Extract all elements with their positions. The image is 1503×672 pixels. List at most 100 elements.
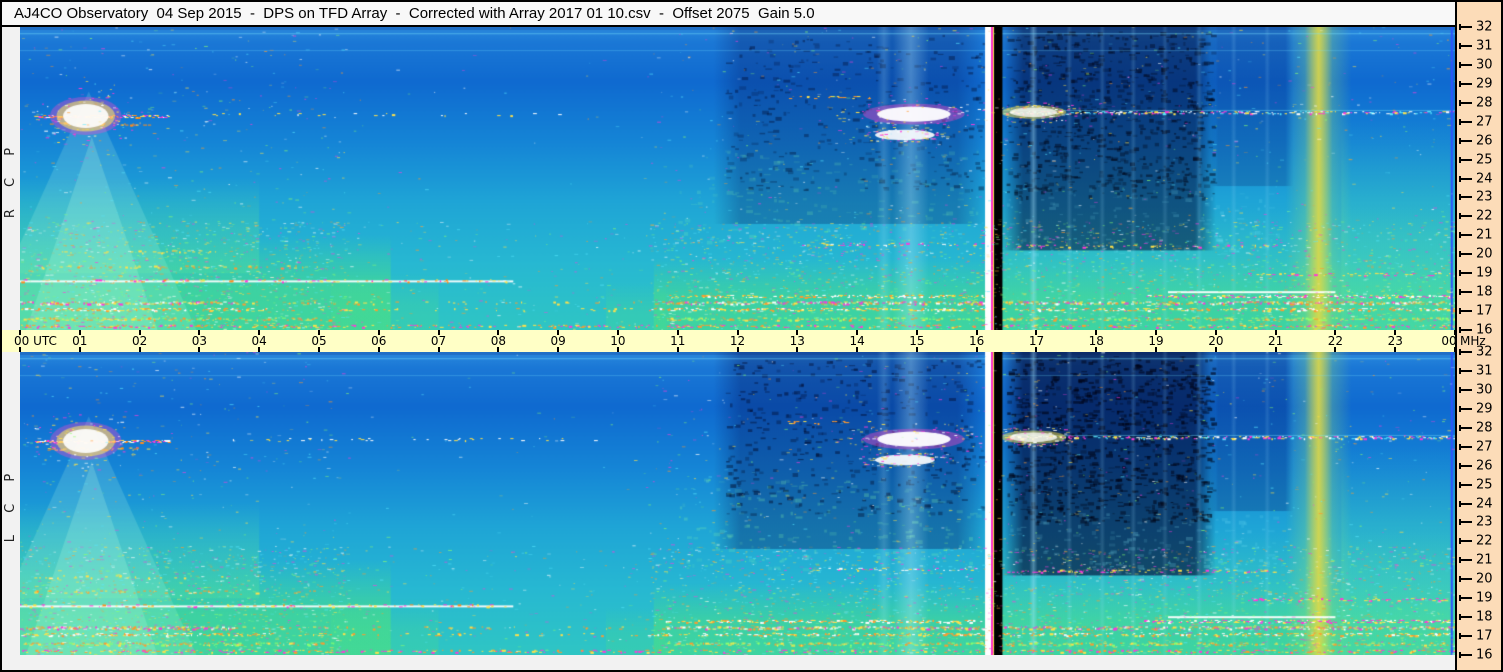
freq-tick bbox=[1459, 308, 1472, 315]
freq-tick bbox=[1459, 213, 1472, 220]
time-label-18: 18 bbox=[1088, 334, 1104, 348]
freq-label-rcp-19: 19 bbox=[1476, 265, 1493, 281]
freq-label-lcp-24: 24 bbox=[1476, 496, 1493, 511]
freq-label-rcp-16: 16 bbox=[1476, 322, 1493, 338]
freq-tick bbox=[1459, 481, 1472, 488]
freq-tick bbox=[1459, 251, 1472, 258]
freq-tick bbox=[1459, 443, 1472, 450]
time-label-04: 04 bbox=[251, 334, 267, 348]
freq-label-rcp-31: 31 bbox=[1476, 38, 1493, 54]
spectrograph-window: AJ4CO Observatory 04 Sep 2015 - DPS on T… bbox=[0, 0, 1503, 672]
frequency-axis: MHz 32 31 30 29 28 27 26 25 24 23 22 21 20 19 18 17 16 32… bbox=[1455, 2, 1501, 670]
time-label-15: 15 bbox=[909, 334, 925, 348]
freq-label-rcp-28: 28 bbox=[1476, 95, 1493, 111]
freq-label-lcp-23: 23 bbox=[1476, 514, 1493, 530]
freq-tick bbox=[1459, 61, 1472, 68]
time-label-13: 13 bbox=[789, 334, 805, 348]
freq-label-lcp-26: 26 bbox=[1476, 458, 1493, 474]
freq-tick bbox=[1459, 462, 1472, 469]
time-label-20: 20 bbox=[1208, 334, 1224, 348]
freq-tick bbox=[1459, 633, 1472, 640]
freq-tick bbox=[1459, 232, 1472, 239]
time-label-08: 08 bbox=[490, 334, 506, 348]
freq-tick bbox=[1459, 652, 1472, 658]
freq-tick bbox=[1459, 194, 1472, 201]
time-label-23: 23 bbox=[1387, 334, 1403, 348]
freq-tick bbox=[1459, 175, 1472, 182]
freq-label-lcp-20: 20 bbox=[1476, 571, 1493, 587]
freq-label-lcp-22: 22 bbox=[1476, 533, 1493, 549]
time-label-16: 16 bbox=[969, 334, 985, 348]
freq-label-lcp-19: 19 bbox=[1476, 590, 1493, 606]
freq-label-rcp-30: 30 bbox=[1476, 57, 1493, 73]
freq-tick bbox=[1459, 118, 1472, 125]
title-bar: AJ4CO Observatory 04 Sep 2015 - DPS on T… bbox=[2, 2, 1455, 27]
freq-label-rcp-23: 23 bbox=[1476, 189, 1493, 205]
channel-label-lcp: L C P bbox=[2, 352, 20, 655]
freq-tick bbox=[1459, 270, 1472, 277]
freq-label-rcp-26: 26 bbox=[1476, 133, 1493, 149]
freq-tick bbox=[1459, 538, 1472, 545]
freq-tick bbox=[1459, 327, 1472, 333]
channel-label-rcp-text: R C P bbox=[3, 138, 19, 219]
time-label-17: 17 bbox=[1028, 334, 1045, 348]
freq-tick bbox=[1459, 289, 1472, 296]
freq-label-lcp-21: 21 bbox=[1476, 552, 1493, 568]
time-tick bbox=[19, 330, 21, 335]
time-label-21: 21 bbox=[1267, 334, 1284, 348]
freq-label-rcp-22: 22 bbox=[1476, 208, 1493, 224]
freq-tick bbox=[1459, 500, 1472, 507]
freq-label-lcp-29: 29 bbox=[1476, 401, 1493, 417]
freq-label-rcp-29: 29 bbox=[1476, 76, 1493, 92]
freq-label-lcp-17: 17 bbox=[1476, 628, 1493, 644]
freq-label-rcp-20: 20 bbox=[1476, 246, 1493, 262]
time-label-03: 03 bbox=[191, 334, 208, 348]
freq-label-rcp-18: 18 bbox=[1476, 284, 1493, 300]
time-label-05: 05 bbox=[311, 334, 327, 348]
freq-tick bbox=[1459, 349, 1472, 355]
time-axis: 00 UTC 00 01 02 03 04 05 06 07 08 09 10 11 12 13 14 15… bbox=[2, 330, 1457, 352]
title-text: AJ4CO Observatory 04 Sep 2015 - DPS on T… bbox=[14, 5, 815, 22]
freq-tick bbox=[1459, 80, 1472, 87]
time-label-22: 22 bbox=[1327, 334, 1344, 348]
channel-label-rcp: R C P bbox=[2, 27, 20, 330]
freq-tick bbox=[1459, 137, 1472, 144]
time-tick bbox=[19, 347, 21, 352]
time-label-07: 07 bbox=[430, 334, 447, 348]
freq-label-lcp-31: 31 bbox=[1476, 363, 1493, 379]
freq-label-rcp-17: 17 bbox=[1476, 303, 1493, 319]
time-label-14: 14 bbox=[849, 334, 865, 348]
bottom-margin bbox=[2, 655, 1455, 670]
freq-tick bbox=[1459, 367, 1472, 374]
freq-label-rcp-25: 25 bbox=[1476, 152, 1493, 168]
time-label-19: 19 bbox=[1148, 334, 1164, 348]
freq-tick bbox=[1459, 576, 1472, 583]
freq-tick bbox=[1459, 42, 1472, 49]
freq-label-rcp-27: 27 bbox=[1476, 114, 1493, 130]
freq-label-lcp-32: 32 bbox=[1476, 344, 1493, 360]
freq-label-rcp-32: 32 bbox=[1476, 19, 1493, 35]
spectrogram-panel-lcp bbox=[20, 352, 1455, 655]
freq-label-lcp-28: 28 bbox=[1476, 420, 1493, 436]
time-label-11: 11 bbox=[670, 334, 686, 348]
time-label-09: 09 bbox=[550, 334, 566, 348]
time-label-12: 12 bbox=[729, 334, 746, 348]
spectrogram-panel-rcp bbox=[20, 27, 1455, 330]
freq-tick bbox=[1459, 557, 1472, 564]
freq-tick bbox=[1459, 99, 1472, 106]
time-label-02: 02 bbox=[131, 334, 148, 348]
freq-tick bbox=[1459, 424, 1472, 431]
freq-tick bbox=[1459, 386, 1472, 393]
freq-tick bbox=[1459, 156, 1472, 163]
freq-tick bbox=[1459, 519, 1472, 526]
freq-tick bbox=[1459, 405, 1472, 412]
freq-label-lcp-18: 18 bbox=[1476, 609, 1493, 625]
freq-tick bbox=[1459, 595, 1472, 602]
freq-label-lcp-30: 30 bbox=[1476, 382, 1493, 398]
freq-tick bbox=[1459, 24, 1472, 30]
channel-label-lcp-text: L C P bbox=[3, 464, 19, 543]
time-label-01: 01 bbox=[72, 334, 88, 348]
freq-label-lcp-27: 27 bbox=[1476, 439, 1493, 455]
freq-tick bbox=[1459, 614, 1472, 621]
freq-label-lcp-16: 16 bbox=[1476, 647, 1493, 663]
